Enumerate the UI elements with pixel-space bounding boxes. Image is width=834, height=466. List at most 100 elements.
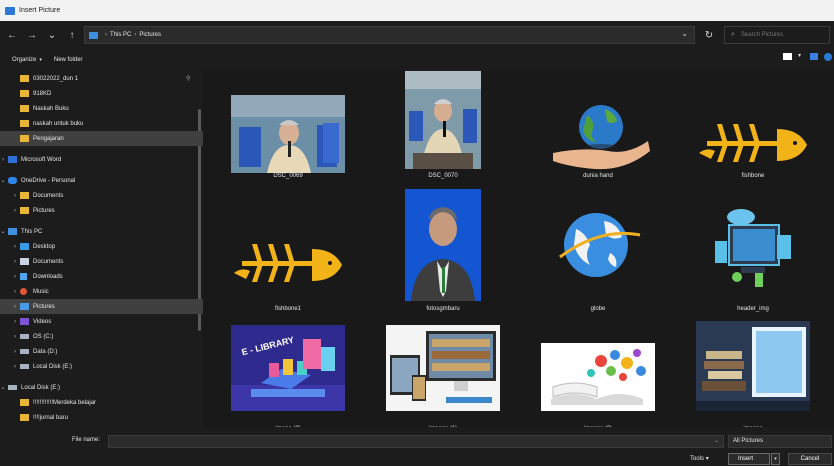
file-tile[interactable]: E - LIBRARYimage (2): [223, 309, 353, 427]
view-controls: ▾: [777, 52, 834, 61]
help-icon[interactable]: [824, 52, 832, 61]
file-tile[interactable]: DSC_0070: [378, 71, 508, 189]
expand-chevron-down-icon[interactable]: ⌄: [0, 228, 7, 235]
insert-dropdown-icon[interactable]: ▾: [771, 453, 780, 465]
cancel-button[interactable]: Cancel: [788, 453, 832, 465]
sidebar-item-naskah-untuk-buku[interactable]: naskah untuk buku: [0, 116, 203, 131]
drive-icon: [8, 385, 17, 390]
sidebar-item-label: Documents: [33, 192, 64, 199]
address-bar[interactable]: › This PC › Pictures ⌄: [84, 26, 695, 44]
file-tile[interactable]: fotosgmbaru: [378, 189, 508, 312]
sidebar-item-this-pc[interactable]: ⌄ This PC: [0, 224, 203, 239]
file-tile[interactable]: fishbone: [688, 71, 818, 189]
expand-chevron-right-icon[interactable]: ›: [11, 244, 19, 250]
sidebar-item-label: 03022022_dun 1: [33, 75, 79, 82]
sidebar-item-local-disk-e[interactable]: ⌄ Local Disk (E:): [0, 380, 203, 395]
sidebar-item-918kd[interactable]: 918KD: [0, 86, 203, 101]
organize-label: Organize: [12, 57, 37, 63]
expand-chevron-down-icon[interactable]: ⌄: [0, 177, 7, 184]
expand-chevron-right-icon[interactable]: ›: [11, 334, 19, 340]
up-arrow-icon[interactable]: ↑: [64, 27, 80, 43]
folder-icon: [20, 75, 29, 82]
sidebar-item-jurnal-baru[interactable]: !!!!jurnal baru: [0, 410, 203, 425]
sidebar-item-pictures[interactable]: › Pictures: [0, 203, 203, 218]
file-tile[interactable]: images (3): [533, 309, 663, 427]
file-name-dropdown-icon[interactable]: ⌄: [714, 437, 719, 444]
thumbnail-screen-books: [696, 321, 810, 411]
refresh-icon[interactable]: ↻: [700, 26, 718, 44]
expand-chevron-right-icon[interactable]: ›: [11, 364, 19, 370]
sidebar-item-desktop[interactable]: › Desktop: [0, 239, 203, 254]
file-tile[interactable]: globe: [533, 189, 663, 312]
sidebar-item-music[interactable]: › Music: [0, 284, 203, 299]
sidebar-item-pictures[interactable]: › Pictures: [0, 299, 203, 314]
file-tile[interactable]: header_img: [688, 189, 818, 312]
sidebar-item-local-disk-e[interactable]: › Local Disk (E:): [0, 359, 203, 374]
expand-chevron-right-icon[interactable]: ›: [11, 349, 19, 355]
search-icon: ⌕: [731, 31, 735, 38]
insert-button[interactable]: Insert: [728, 453, 770, 465]
sidebar-item-merdeka-belajar[interactable]: !!!!!!!!!!!!Merdeka belajar: [0, 395, 203, 410]
file-name-caption: DSC_0070: [428, 173, 458, 179]
sidebar-item-label: naskah untuk buku: [33, 120, 84, 127]
breadcrumb-separator: ›: [105, 32, 107, 38]
sidebar-item-onedrive-personal[interactable]: ⌄ OneDrive - Personal: [0, 173, 203, 188]
onedrive-cloud-icon: [8, 177, 17, 184]
thumbnail-book-icons: [541, 343, 655, 411]
music-icon: [20, 288, 27, 295]
sidebar-item-documents[interactable]: › Documents: [0, 254, 203, 269]
sidebar-item-label: !!!!!!!!!!!!Merdeka belajar: [33, 399, 97, 406]
pin-icon: ⚲: [186, 76, 191, 82]
sidebar-item-data-d[interactable]: › Data (D:): [0, 344, 203, 359]
tools-button[interactable]: Tools ▾: [690, 455, 709, 462]
view-mode-icon[interactable]: [783, 53, 792, 60]
word-app-icon: [5, 6, 15, 15]
sidebar-item-microsoft-word[interactable]: › Microsoft Word: [0, 152, 203, 167]
forward-arrow-icon[interactable]: →: [24, 27, 40, 43]
sidebar-item-pengajaran[interactable]: Pengajaran: [0, 131, 203, 146]
expand-chevron-right-icon[interactable]: ›: [11, 319, 19, 325]
organize-button[interactable]: Organize ▾: [12, 57, 42, 63]
tools-label: Tools: [690, 456, 705, 462]
file-list[interactable]: DSC_0069 DSC_0070 dunia hand fishbone fi…: [203, 71, 834, 427]
new-folder-button[interactable]: New folder: [54, 57, 83, 63]
sidebar-item-label: Pictures: [33, 207, 55, 214]
expand-chevron-right-icon[interactable]: ›: [11, 259, 19, 265]
expand-chevron-right-icon[interactable]: ›: [11, 304, 19, 310]
sidebar-item-label: Microsoft Word: [21, 156, 62, 163]
sidebar-item-videos[interactable]: › Videos: [0, 314, 203, 329]
sidebar-item-label: Local Disk (E:): [21, 384, 61, 391]
file-tile[interactable]: images (1): [378, 309, 508, 427]
title-bar: Insert Picture: [0, 0, 834, 21]
expand-chevron-right-icon[interactable]: ›: [11, 274, 19, 280]
expand-chevron-right-icon[interactable]: ›: [0, 157, 7, 163]
pictures-icon: [20, 303, 29, 310]
recent-locations-chevron-icon[interactable]: ⌄: [44, 27, 60, 43]
file-tile[interactable]: DSC_0069: [223, 71, 353, 189]
expand-chevron-right-icon[interactable]: ›: [11, 208, 19, 214]
file-tile[interactable]: images: [688, 309, 818, 427]
back-arrow-icon[interactable]: ←: [4, 27, 20, 43]
search-input[interactable]: ⌕ Search Pictures: [724, 26, 830, 44]
sidebar-item-naskah-buku[interactable]: Naskah Buku: [0, 101, 203, 116]
expand-chevron-down-icon[interactable]: ⌄: [0, 384, 7, 391]
sidebar-item-downloads[interactable]: › Downloads: [0, 269, 203, 284]
preview-pane-icon[interactable]: [810, 53, 818, 60]
file-name-input[interactable]: ⌄: [108, 435, 724, 448]
file-tile[interactable]: fishbone1: [223, 189, 353, 312]
breadcrumb-pictures[interactable]: Pictures: [139, 32, 161, 38]
file-tile[interactable]: dunia hand: [533, 71, 663, 189]
drive-icon: [20, 364, 29, 369]
navigation-pane[interactable]: 03022022_dun 1 ⚲ 918KD Naskah Buku naskah un…: [0, 71, 203, 427]
expand-chevron-right-icon[interactable]: ›: [11, 193, 19, 199]
breadcrumb-this-pc[interactable]: This PC: [110, 32, 131, 38]
address-dropdown-icon[interactable]: ⌄: [681, 29, 688, 38]
file-type-filter[interactable]: All Pictures: [728, 435, 832, 448]
sidebar-item-documents[interactable]: › Documents: [0, 188, 203, 203]
expand-chevron-right-icon[interactable]: ›: [11, 289, 19, 295]
sidebar-item-label: Documents: [33, 258, 64, 265]
sidebar-item-os-c[interactable]: › OS (C:): [0, 329, 203, 344]
view-mode-caret-icon[interactable]: ▾: [798, 52, 804, 61]
sidebar-item-03022022-dun-1[interactable]: 03022022_dun 1 ⚲: [0, 71, 203, 86]
sidebar-item-label: Local Disk (E:): [33, 363, 73, 370]
